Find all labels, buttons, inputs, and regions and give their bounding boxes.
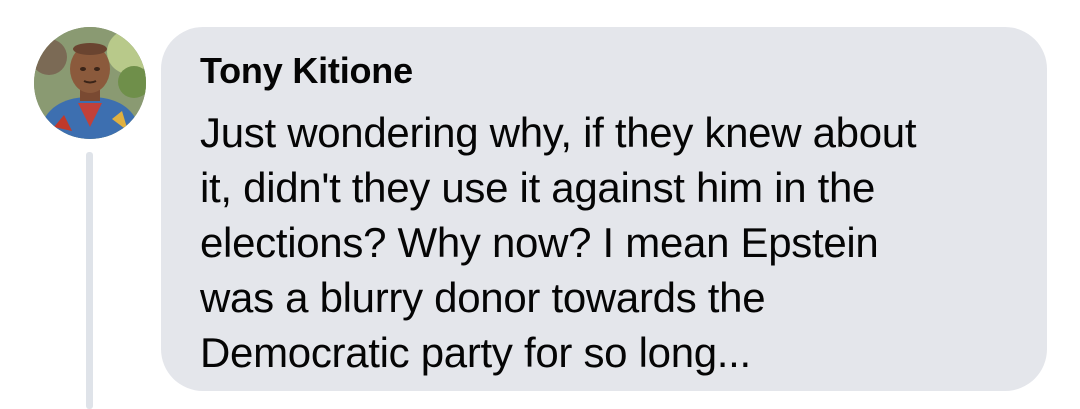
profile-photo-icon: [34, 27, 146, 139]
comment-bubble[interactable]: Tony Kitione Just wondering why, if they…: [161, 27, 1047, 391]
comment-text: Just wondering why, if they knew about i…: [200, 109, 917, 376]
comment: Tony Kitione Just wondering why, if they…: [0, 0, 1080, 409]
avatar[interactable]: [34, 27, 146, 139]
thread-line: [86, 152, 93, 409]
comment-author[interactable]: Tony Kitione: [200, 49, 1017, 93]
